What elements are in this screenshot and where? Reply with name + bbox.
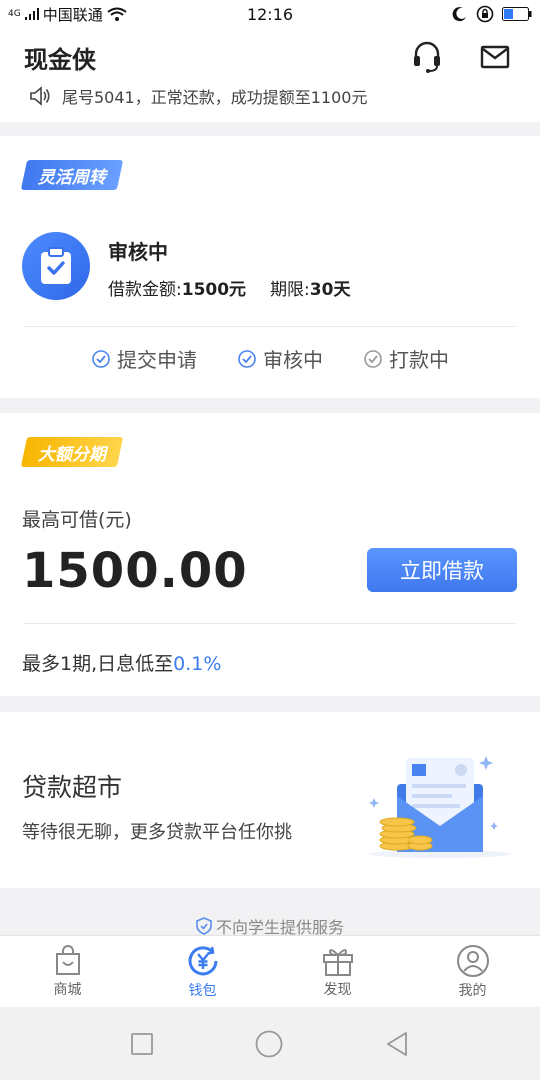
battery-icon: [502, 7, 532, 21]
home-button[interactable]: [254, 1029, 284, 1059]
wallet-yen-icon: [188, 945, 217, 975]
tab-discover[interactable]: 发现: [270, 936, 405, 1007]
wifi-icon: [107, 7, 127, 21]
recent-apps-button[interactable]: [130, 1032, 154, 1056]
card-divider: [24, 326, 516, 327]
header: 现金侠 尾号5041，正常还款，成功提额至1100元: [0, 28, 540, 122]
message-button[interactable]: [478, 40, 512, 74]
review-status-title: 审核中: [108, 240, 168, 264]
tab-label: 钱包: [188, 982, 217, 999]
check-circle-icon: [364, 349, 382, 368]
profile-icon: [456, 944, 489, 977]
loan-info: 借款金额:1500元 期限:30天: [108, 275, 350, 300]
gift-icon: [322, 948, 353, 976]
market-subtitle: 等待很无聊，更多贷款平台任你挑: [22, 822, 292, 843]
step-label: 打款中: [389, 348, 449, 372]
step-label: 审核中: [263, 348, 323, 372]
tab-label: 商城: [53, 981, 82, 998]
step-submit: 提交申请: [91, 344, 197, 373]
installment-tag-label: 大额分期: [38, 444, 106, 465]
daily-rate: 0.1%: [173, 653, 222, 675]
carrier-name: 中国联通: [42, 5, 103, 24]
bottom-tab-bar: 商城 钱包 发现 我的: [0, 935, 540, 1007]
progress-steps: 提交申请 审核中 打款中: [0, 344, 540, 373]
status-bar: 4G 中国联通 12:16: [0, 0, 540, 28]
loan-term-label: 期限:: [270, 280, 310, 300]
loan-term-value: 30天: [309, 280, 351, 300]
network-type: 4G: [8, 8, 21, 19]
tab-label: 发现: [323, 981, 352, 998]
envelope-coins-illustration: [369, 756, 510, 858]
tab-me[interactable]: 我的: [405, 936, 540, 1007]
installment-card: 大额分期 最高可借(元) 1500.00 立即借款 最多1期,日息低至0.1%: [0, 413, 540, 696]
card-divider: [24, 623, 516, 624]
notice-bar: 尾号5041，正常还款，成功提额至1100元: [28, 84, 367, 108]
step-review: 审核中: [237, 344, 323, 373]
loan-market-card[interactable]: 贷款超市 等待很无聊，更多贷款平台任你挑: [0, 712, 540, 888]
max-borrow-amount: 1500.00: [22, 543, 248, 599]
app-title: 现金侠: [24, 46, 96, 74]
installment-tag: 大额分期: [20, 437, 124, 467]
loan-amount: 借款金额:1500元: [108, 275, 246, 300]
shield-check-icon: [196, 917, 212, 935]
back-button[interactable]: [384, 1030, 410, 1058]
installment-note: 最多1期,日息低至0.1%: [22, 649, 221, 676]
headset-icon: [414, 41, 440, 73]
check-circle-icon: [92, 349, 110, 368]
status-right: [452, 5, 532, 23]
rotation-lock-icon: [476, 5, 494, 23]
flexible-tag-label: 灵活周转: [38, 167, 106, 188]
signal-icon: [24, 8, 39, 20]
speaker-icon: [30, 86, 50, 106]
loan-amount-label: 借款金额:: [108, 280, 182, 300]
tab-label: 我的: [458, 982, 487, 999]
tab-wallet[interactable]: 钱包: [135, 936, 270, 1007]
check-circle-icon: [238, 349, 256, 368]
max-borrow-label: 最高可借(元): [22, 509, 132, 531]
clipboard-check-icon: [41, 247, 71, 284]
shopping-bag-icon: [55, 944, 80, 975]
flexible-tag: 灵活周转: [20, 160, 124, 190]
installment-note-text: 最多1期,日息低至: [22, 653, 174, 675]
system-nav-bar: [0, 1007, 540, 1080]
mail-icon: [480, 45, 510, 69]
tab-mall[interactable]: 商城: [0, 936, 135, 1007]
status-left: 4G 中国联通: [8, 4, 127, 25]
review-status-icon-wrap: [22, 232, 90, 300]
loan-term: 期限:30天: [270, 275, 350, 300]
moon-icon: [452, 7, 466, 22]
step-label: 提交申请: [117, 348, 197, 372]
borrow-now-button[interactable]: 立即借款: [367, 548, 517, 592]
flexible-loan-card: 灵活周转 审核中 借款金额:1500元 期限:30天 提交申请 审核中 打款中: [0, 136, 540, 398]
loan-amount-value: 1500元: [181, 280, 247, 300]
step-payout: 打款中: [363, 344, 449, 373]
notice-text: 尾号5041，正常还款，成功提额至1100元: [62, 88, 368, 107]
customer-service-button[interactable]: [410, 40, 444, 74]
market-title: 贷款超市: [22, 773, 123, 802]
